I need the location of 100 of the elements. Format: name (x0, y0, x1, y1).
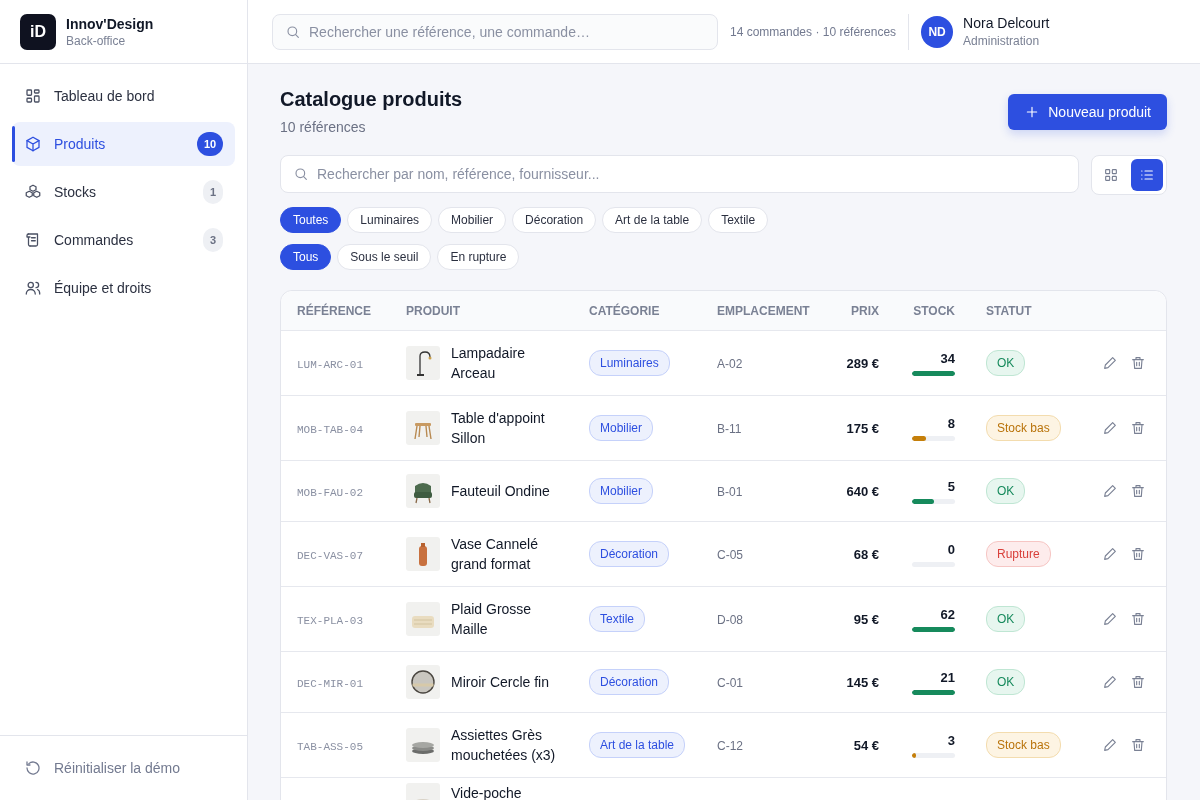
dashboard-icon (24, 87, 42, 105)
search-icon (285, 23, 301, 40)
search-field[interactable]: Rechercher une référence, une commande… (272, 13, 718, 50)
cubes-icon (24, 183, 42, 201)
column-header[interactable]: PRODUIT (406, 303, 589, 318)
price-cell-text: 289 € (845, 355, 879, 371)
edit-button[interactable] (1102, 355, 1118, 371)
reference-cell: TAB-ASS-05 (297, 741, 363, 753)
edit-button[interactable] (1102, 737, 1118, 753)
category-tag: Décoration (589, 669, 670, 695)
count-badge: 10 (197, 132, 223, 156)
edit-button[interactable] (1102, 420, 1118, 436)
status-badge: OK (986, 478, 1026, 504)
search-input[interactable]: Rechercher une référence, une commande… (309, 14, 705, 49)
filter-chip[interactable]: Décoration (512, 207, 597, 233)
delete-button[interactable] (1130, 420, 1146, 436)
list-icon (1139, 167, 1155, 183)
trash-icon (1130, 546, 1146, 562)
price-cell-text: 145 € (845, 674, 879, 690)
product-name: Lampadaire Arceau (451, 344, 526, 383)
filter-chip[interactable]: Toutes (280, 207, 342, 233)
stock-count: 62 (940, 606, 955, 622)
trash-icon (1130, 737, 1146, 753)
product-name: Assiettes Grès mouchetées (x3) (451, 726, 557, 765)
nav-label: Produits (54, 136, 107, 152)
nav-label: Stocks (54, 184, 97, 200)
location-cell: C-12 (717, 739, 743, 753)
location-cell: B-01 (717, 485, 743, 499)
column-header[interactable]: CATÉGORIE (589, 303, 717, 318)
filter-chip[interactable]: Sous le seuil (337, 244, 432, 270)
column-header[interactable]: RÉFÉRENCE (297, 303, 406, 318)
category-tag: Mobilier (589, 415, 653, 441)
nav-item[interactable]: Tableau de bord (12, 74, 235, 118)
trash-icon (1130, 611, 1146, 627)
column-header[interactable]: STATUT (986, 303, 1090, 318)
delete-button[interactable] (1130, 611, 1146, 627)
status-badge: OK (986, 606, 1026, 632)
avatar[interactable]: ND (921, 15, 954, 48)
users-icon (24, 279, 42, 297)
product-name: Fauteuil Ondine (451, 482, 551, 501)
nav-item[interactable]: Équipe et droits (12, 266, 235, 310)
count-badge: 3 (203, 228, 223, 252)
delete-button[interactable] (1130, 674, 1146, 690)
pencil-icon (1102, 611, 1118, 627)
filter-chip[interactable]: Textile (708, 207, 769, 233)
stock-count: 34 (940, 350, 955, 366)
reference-cell: MOB-FAU-02 (297, 487, 363, 499)
price-cell-text: 95 € (852, 611, 879, 627)
delete-button[interactable] (1130, 483, 1146, 499)
nav-item[interactable]: Produits 10 (12, 122, 235, 166)
location-cell: B-11 (717, 422, 742, 436)
page-subtitle: 10 références (280, 119, 367, 135)
trash-icon (1130, 483, 1146, 499)
delete-button[interactable] (1130, 737, 1146, 753)
location-cell: D-08 (717, 613, 743, 627)
status-badge: OK (986, 350, 1026, 376)
nav-item[interactable]: Stocks 1 (12, 170, 235, 214)
location-cell: C-05 (717, 548, 743, 562)
stock-count: 3 (947, 732, 955, 748)
product-name: Vase Cannelé grand format (451, 535, 539, 574)
product-name: Table d'appoint Sillon (451, 409, 546, 448)
status-badge: OK (986, 669, 1026, 695)
box-icon (24, 135, 42, 153)
stock-count: 21 (940, 669, 955, 685)
reset-label: Réinitialiser la démo (54, 760, 181, 776)
category-tag: Décoration (589, 541, 670, 567)
reference-cell: TEX-PLA-03 (297, 615, 363, 627)
pencil-icon (1102, 546, 1118, 562)
filter-chip[interactable]: Luminaires (347, 207, 433, 233)
reference-cell: LUM-ARC-01 (297, 359, 363, 371)
trash-icon (1130, 674, 1146, 690)
new-product-button[interactable]: Nouveau produit (1008, 94, 1167, 130)
edit-button[interactable] (1102, 546, 1118, 562)
stock-count: 0 (947, 541, 955, 557)
list-view-button[interactable] (1131, 159, 1163, 191)
category-tag: Art de la table (589, 732, 686, 758)
stock-count: 5 (947, 478, 955, 494)
pencil-icon (1102, 674, 1118, 690)
reference-cell: MOB-TAB-04 (297, 424, 363, 436)
filter-chip[interactable]: Art de la table (602, 207, 703, 233)
column-header[interactable]: STOCK (879, 303, 955, 318)
stock-count: 8 (947, 415, 955, 431)
nav-label: Tableau de bord (54, 88, 156, 104)
user-name: Nora Delcourt (963, 15, 1050, 31)
edit-button[interactable] (1102, 483, 1118, 499)
nav-label: Commandes (54, 232, 135, 248)
price-cell-text: 640 € (845, 483, 879, 499)
filter-chip[interactable]: En rupture (437, 244, 520, 270)
nav-item[interactable]: Commandes 3 (12, 218, 235, 262)
delete-button[interactable] (1130, 546, 1146, 562)
count-badge: 1 (203, 180, 223, 204)
filter-chip[interactable]: Mobilier (438, 207, 507, 233)
reset-link[interactable]: Réinitialiser la démo (0, 735, 247, 800)
edit-button[interactable] (1102, 611, 1118, 627)
category-tag: Mobilier (589, 478, 653, 504)
delete-button[interactable] (1130, 355, 1146, 371)
edit-button[interactable] (1102, 674, 1118, 690)
price-cell-text: 54 € (852, 737, 879, 753)
price-cell-text: 68 € (852, 546, 879, 562)
filter-chip[interactable]: Tous (280, 244, 332, 270)
